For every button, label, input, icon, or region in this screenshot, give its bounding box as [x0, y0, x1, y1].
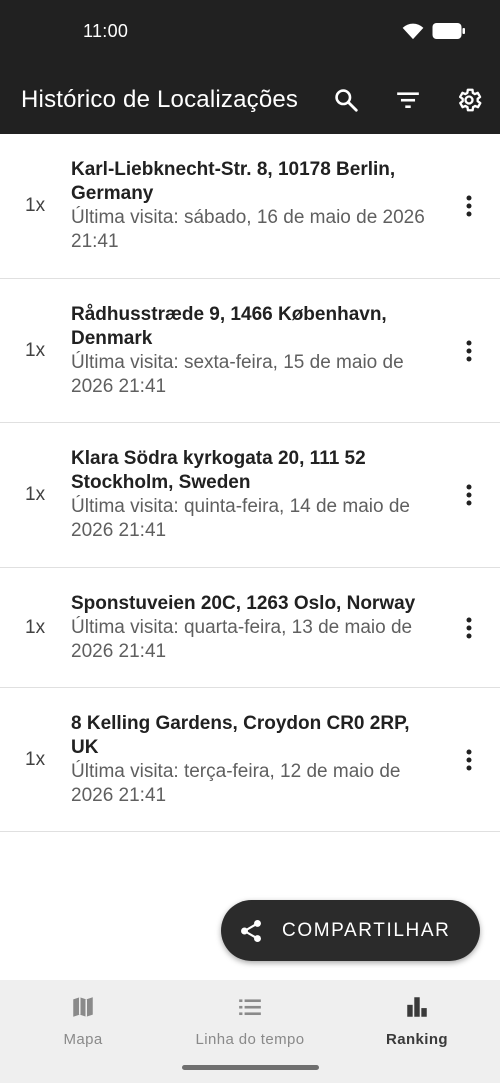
visit-count: 1x: [25, 195, 46, 216]
visit-count: 1x: [25, 339, 46, 361]
wifi-icon: [402, 22, 424, 45]
status-time: 11:00: [83, 21, 129, 41]
visit-count: 1x: [25, 484, 46, 505]
last-visit: Última visita: sexta-feira, 15 de maio d…: [71, 352, 404, 397]
location-address: Rådhusstræde 9, 1466 København, Denmark: [71, 304, 387, 349]
share-icon: [238, 918, 264, 949]
gear-icon[interactable]: [455, 86, 483, 114]
last-visit: Última visita: terça-feira, 12 de maio d…: [71, 761, 401, 806]
location-address: 8 Kelling Gardens, Croydon CR0 2RP, UK: [71, 713, 410, 758]
nav-item-timeline[interactable]: Linha do tempo: [167, 994, 333, 1054]
last-visit: Última visita: quarta-feira, 13 de maio …: [71, 617, 413, 662]
location-list: 1x Karl-Liebknecht-Str. 8, 10178 Berlin,…: [0, 134, 500, 832]
map-icon: [70, 994, 96, 1025]
share-button-label: COMPARTILHAR: [282, 920, 451, 941]
list-icon: [237, 994, 263, 1025]
nav-item-ranking[interactable]: Ranking: [334, 994, 500, 1054]
list-item[interactable]: 1x Sponstuveien 20C, 1263 Oslo, Norway Ú…: [0, 568, 500, 688]
status-icons: [402, 22, 466, 45]
location-address: Karl-Liebknecht-Str. 8, 10178 Berlin, Ge…: [71, 159, 396, 204]
visit-count: 1x: [25, 616, 46, 638]
battery-icon: [432, 22, 466, 45]
nav-label-map: Mapa: [63, 1031, 103, 1048]
list-item[interactable]: 1x 8 Kelling Gardens, Croydon CR0 2RP, U…: [0, 688, 500, 832]
search-icon[interactable]: [332, 86, 360, 114]
more-vert-icon[interactable]: [462, 134, 476, 278]
last-visit: Última visita: sábado, 16 de maio de 202…: [71, 207, 425, 252]
status-bar: 11:00: [0, 0, 500, 66]
list-item[interactable]: 1x Rådhusstræde 9, 1466 København, Denma…: [0, 279, 500, 423]
nav-label-timeline: Linha do tempo: [195, 1031, 305, 1048]
last-visit: Última visita: quinta-feira, 14 de maio …: [71, 496, 410, 541]
page-title: Histórico de Localizações: [21, 86, 299, 113]
list-item[interactable]: 1x Klara Södra kyrkogata 20, 111 52 Stoc…: [0, 423, 500, 568]
location-address: Sponstuveien 20C, 1263 Oslo, Norway: [71, 593, 416, 614]
nav-label-ranking: Ranking: [386, 1031, 448, 1048]
more-vert-icon[interactable]: [462, 688, 476, 831]
home-indicator[interactable]: [182, 1065, 319, 1070]
more-vert-icon[interactable]: [462, 568, 476, 687]
filter-icon[interactable]: [394, 86, 422, 114]
location-address: Klara Södra kyrkogata 20, 111 52 Stockho…: [71, 448, 366, 493]
bar-chart-icon: [404, 994, 430, 1025]
more-vert-icon[interactable]: [462, 279, 476, 422]
visit-count: 1x: [25, 748, 46, 770]
list-item[interactable]: 1x Karl-Liebknecht-Str. 8, 10178 Berlin,…: [0, 134, 500, 279]
more-vert-icon[interactable]: [462, 423, 476, 567]
app-bar: Histórico de Localizações: [0, 66, 500, 134]
share-button[interactable]: COMPARTILHAR: [221, 900, 480, 961]
nav-item-map[interactable]: Mapa: [0, 994, 166, 1054]
